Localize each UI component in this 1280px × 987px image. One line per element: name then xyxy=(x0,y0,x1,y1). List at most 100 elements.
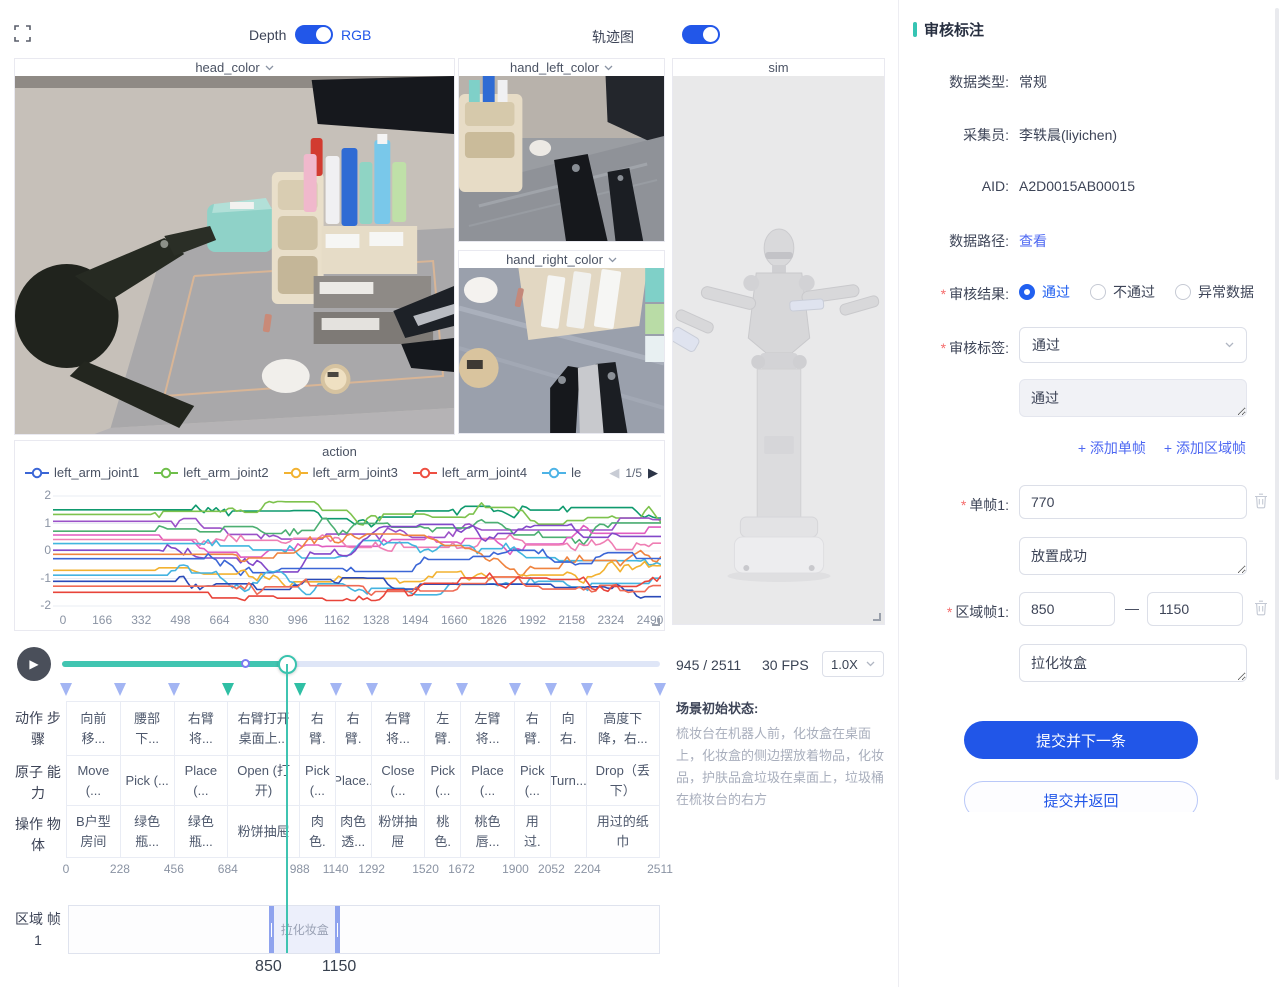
rgb-label: RGB xyxy=(341,27,371,43)
fullscreen-icon[interactable] xyxy=(14,25,31,42)
hand-right-camera-title[interactable]: hand_right_color xyxy=(459,251,664,268)
region-bar[interactable]: 拉化妆盒 xyxy=(68,905,660,954)
segment-cell[interactable]: Close (... xyxy=(372,756,426,805)
region-start-label: 850 xyxy=(255,958,282,976)
result-radio-3[interactable]: 异常数据 xyxy=(1175,282,1254,302)
segment-cell[interactable]: Open (打开) xyxy=(228,756,300,805)
frame-marker[interactable] xyxy=(509,683,521,696)
result-radio-1[interactable]: 通过 xyxy=(1019,282,1070,302)
segment-cell[interactable]: 肉色透... xyxy=(336,806,372,857)
add-single-frame-link[interactable]: + 添加单帧 xyxy=(1078,438,1146,458)
delete-region-frame-icon[interactable] xyxy=(1254,600,1268,616)
region-note-textarea[interactable] xyxy=(1019,644,1247,682)
submit-back-button[interactable]: 提交并返回 xyxy=(964,781,1198,812)
segment-cell[interactable]: 腰部下... xyxy=(121,702,175,755)
trajectory-toggle[interactable] xyxy=(682,25,720,44)
tag-note-textarea[interactable] xyxy=(1019,379,1247,417)
legend-prev-icon[interactable]: ◀ xyxy=(609,465,619,481)
segment-cell[interactable]: 右臂将... xyxy=(175,702,229,755)
resize-handle-icon[interactable] xyxy=(652,618,660,626)
frame-marker[interactable] xyxy=(420,683,432,696)
segment-cell[interactable]: 右臂. xyxy=(300,702,336,755)
tag-select[interactable]: 通过 xyxy=(1019,327,1247,363)
hand-left-camera-title[interactable]: hand_left_color xyxy=(459,59,664,76)
hand-left-camera-frame xyxy=(459,76,664,241)
table-row: B户型房间绿色瓶...绿色瓶...粉饼抽屉肉色.肉色透...粉饼抽屉桃色.桃色唇… xyxy=(67,806,659,857)
segment-cell[interactable]: Pick (... xyxy=(425,756,461,805)
head-camera-title[interactable]: head_color xyxy=(15,59,454,76)
frame-marker[interactable] xyxy=(366,683,378,696)
segment-cell[interactable]: 左臂将... xyxy=(461,702,515,755)
single-frame-note-textarea[interactable] xyxy=(1019,537,1247,575)
segment-cell[interactable]: 绿色瓶... xyxy=(121,806,175,857)
segment-cell[interactable]: 粉饼抽屉 xyxy=(228,806,300,857)
segment-cell[interactable]: 向右. xyxy=(551,702,587,755)
frame-marker[interactable] xyxy=(114,683,126,696)
single-frame-input[interactable] xyxy=(1019,485,1247,519)
depth-rgb-toggle[interactable] xyxy=(295,25,333,44)
segment-cell[interactable]: 右臂打开桌面上... xyxy=(228,702,300,755)
legend-item[interactable]: left_arm_joint4 xyxy=(413,465,527,480)
panel-scrollbar[interactable] xyxy=(1275,8,1279,780)
legend-item[interactable]: le xyxy=(542,465,581,480)
segment-cell[interactable]: Drop（丢下） xyxy=(587,756,659,805)
resize-handle-icon[interactable] xyxy=(873,613,881,621)
region-segment[interactable]: 拉化妆盒 xyxy=(269,906,340,953)
segment-cell[interactable]: 右臂. xyxy=(336,702,372,755)
frame-marker[interactable] xyxy=(330,683,342,696)
chart-x-axis: 0166332498664830996116213281494166018261… xyxy=(15,613,665,629)
x-tick-label: 1328 xyxy=(363,613,390,627)
frame-marker[interactable] xyxy=(654,683,666,696)
frame-marker[interactable] xyxy=(456,683,468,696)
frame-marker[interactable] xyxy=(581,683,593,696)
segment-cell[interactable]: 绿色瓶... xyxy=(175,806,229,857)
frame-marker[interactable] xyxy=(60,683,72,696)
result-radio-2[interactable]: 不通过 xyxy=(1090,282,1155,302)
add-links: + 添加单帧 + 添加区域帧 xyxy=(1078,438,1246,458)
segment-cell[interactable]: Place.. xyxy=(336,756,372,805)
segment-cell[interactable]: 右臂. xyxy=(515,702,551,755)
segment-cell[interactable]: 左臂. xyxy=(425,702,461,755)
play-button[interactable]: ▶ xyxy=(17,647,51,681)
segment-cell[interactable]: 右臂将... xyxy=(372,702,426,755)
segment-cell[interactable]: Move (... xyxy=(67,756,121,805)
segment-cell[interactable]: Pick (... xyxy=(121,756,175,805)
region-end-input[interactable] xyxy=(1147,592,1243,626)
segment-cell[interactable]: 粉饼抽屉 xyxy=(372,806,426,857)
segment-axis-label: 1292 xyxy=(358,862,385,876)
data-path-link[interactable]: 查看 xyxy=(1019,231,1047,251)
table-row: Move (...Pick (...Place (...Open (打开)Pic… xyxy=(67,756,659,806)
frame-marker[interactable] xyxy=(545,683,557,696)
speed-select[interactable]: 1.0X xyxy=(822,651,884,677)
segment-cell[interactable]: Pick (... xyxy=(300,756,336,805)
legend-item[interactable]: left_arm_joint1 xyxy=(25,465,139,480)
single-frame-dot[interactable] xyxy=(241,659,250,668)
segment-axis-label: 0 xyxy=(63,862,70,876)
timeline-cursor[interactable] xyxy=(286,664,288,953)
segment-cell[interactable]: Turn... xyxy=(551,756,587,805)
x-tick-label: 830 xyxy=(249,613,269,627)
segment-cell[interactable]: 肉色. xyxy=(300,806,336,857)
legend-next-icon[interactable]: ▶ xyxy=(648,465,658,481)
delete-single-frame-icon[interactable] xyxy=(1254,493,1268,509)
frame-marker[interactable] xyxy=(294,683,306,696)
legend-item[interactable]: left_arm_joint2 xyxy=(154,465,268,480)
frame-marker[interactable] xyxy=(168,683,180,696)
frame-marker[interactable] xyxy=(222,683,234,696)
segment-cell[interactable]: Place (... xyxy=(461,756,515,805)
segment-cell[interactable]: 桃色唇... xyxy=(461,806,515,857)
segment-cell[interactable]: 用过. xyxy=(515,806,551,857)
segment-cell[interactable]: 高度下降，右... xyxy=(587,702,659,755)
region-start-input[interactable] xyxy=(1019,592,1115,626)
chevron-down-icon xyxy=(1225,342,1234,348)
add-region-frame-link[interactable]: + 添加区域帧 xyxy=(1164,438,1246,458)
submit-next-button[interactable]: 提交并下一条 xyxy=(964,721,1198,759)
segment-cell[interactable]: 用过的纸巾 xyxy=(587,806,659,857)
segment-cell[interactable]: 向前移... xyxy=(67,702,121,755)
legend-item[interactable]: left_arm_joint3 xyxy=(284,465,398,480)
segment-cell[interactable]: B户型房间 xyxy=(67,806,121,857)
segment-cell[interactable] xyxy=(551,806,587,857)
segment-cell[interactable]: Place (... xyxy=(175,756,229,805)
segment-cell[interactable]: 桃色. xyxy=(425,806,461,857)
segment-cell[interactable]: Pick (... xyxy=(515,756,551,805)
